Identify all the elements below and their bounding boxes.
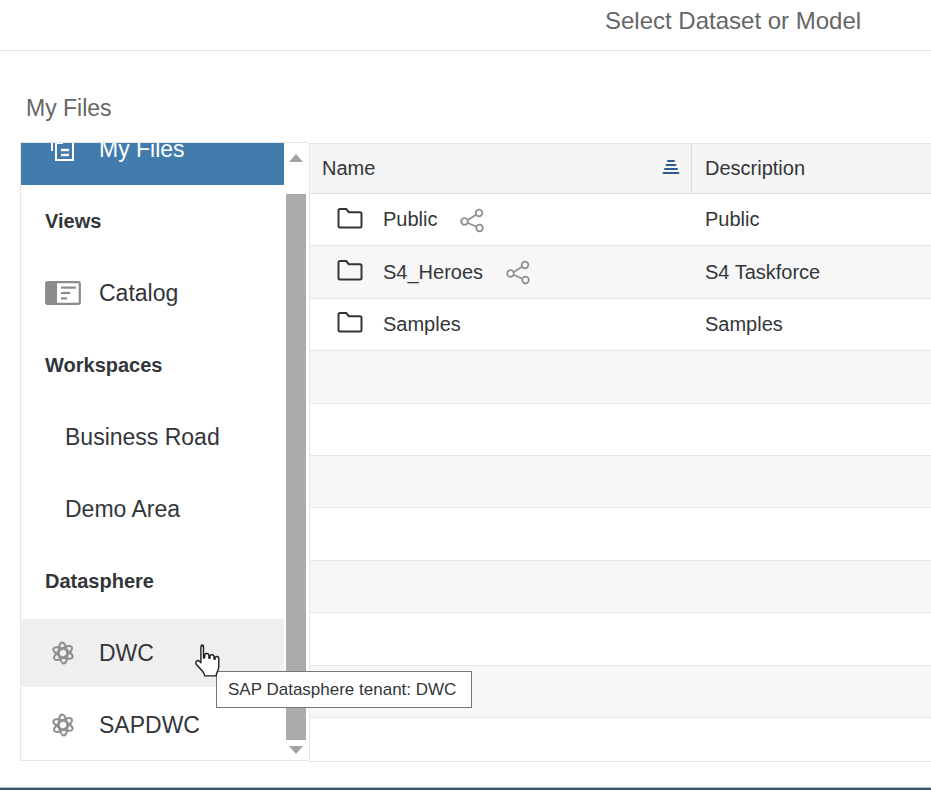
table-row-empty (310, 613, 931, 665)
table-row-empty (310, 351, 931, 403)
dialog-header-divider (0, 50, 931, 51)
select-dataset-dialog: Select Dataset or Model My Files (0, 0, 931, 790)
folder-icon (337, 259, 363, 285)
sidebar-group-datasphere: Datasphere (21, 545, 284, 617)
sidebar-item-catalog[interactable]: Catalog (21, 257, 284, 329)
file-name: Samples (383, 313, 461, 336)
column-header-name[interactable]: Name (310, 144, 691, 193)
datasphere-icon (45, 617, 81, 689)
folder-icon (337, 207, 363, 233)
table-row[interactable]: S4_Heroes S4 Taskforce (310, 246, 931, 298)
my-files-icon (45, 143, 81, 185)
folder-icon (337, 311, 363, 337)
sidebar-item-label: My Files (99, 143, 185, 185)
sidebar-item-my-files[interactable]: My Files (21, 143, 284, 185)
scroll-down-icon[interactable] (289, 746, 303, 754)
sidebar: My Files Views Cata (20, 142, 308, 761)
sidebar-item-label: Catalog (99, 257, 178, 329)
sidebar-group-views: Views (21, 185, 284, 257)
sidebar-item-demo-area[interactable]: Demo Area (21, 473, 284, 545)
sidebar-item-label: Business Road (65, 401, 220, 473)
file-name: S4_Heroes (383, 261, 483, 284)
page-title: My Files (26, 93, 112, 123)
table-row-empty (310, 718, 931, 762)
sort-ascending-icon (662, 160, 680, 177)
table-row-empty (310, 404, 931, 456)
sidebar-item-label: DWC (99, 617, 154, 689)
catalog-icon (45, 257, 81, 329)
sidebar-group-label: Views (45, 185, 101, 257)
table-row-empty (310, 508, 931, 560)
hand-cursor-icon (192, 643, 220, 683)
datasphere-icon (45, 689, 81, 760)
file-description: S4 Taskforce (692, 261, 820, 284)
table-row[interactable]: Public Public (310, 194, 931, 246)
table-row-empty (310, 561, 931, 613)
sidebar-group-label: Workspaces (45, 329, 162, 401)
table-row[interactable]: Samples Samples (310, 299, 931, 351)
sidebar-list: My Files Views Cata (21, 143, 284, 760)
file-description: Samples (692, 313, 783, 336)
sidebar-item-label: Demo Area (65, 473, 180, 545)
sidebar-item-business-road[interactable]: Business Road (21, 401, 284, 473)
dialog-title: Select Dataset or Model (605, 6, 861, 36)
sidebar-group-label: Datasphere (45, 545, 154, 617)
files-table: Name Description Public (309, 143, 931, 762)
scroll-up-icon[interactable] (289, 154, 303, 162)
file-name: Public (383, 208, 437, 231)
tooltip: SAP Datasphere tenant: DWC (216, 671, 472, 708)
sidebar-item-label: SAPDWC (99, 689, 200, 760)
sidebar-scrollbar[interactable] (284, 143, 308, 760)
column-header-description[interactable]: Description (692, 144, 931, 193)
shared-icon (458, 206, 486, 234)
sidebar-group-workspaces: Workspaces (21, 329, 284, 401)
scrollbar-thumb[interactable] (286, 194, 306, 740)
table-row-empty (310, 456, 931, 508)
shared-icon (504, 258, 532, 286)
table-header-row: Name Description (310, 144, 931, 194)
file-description: Public (692, 208, 759, 231)
